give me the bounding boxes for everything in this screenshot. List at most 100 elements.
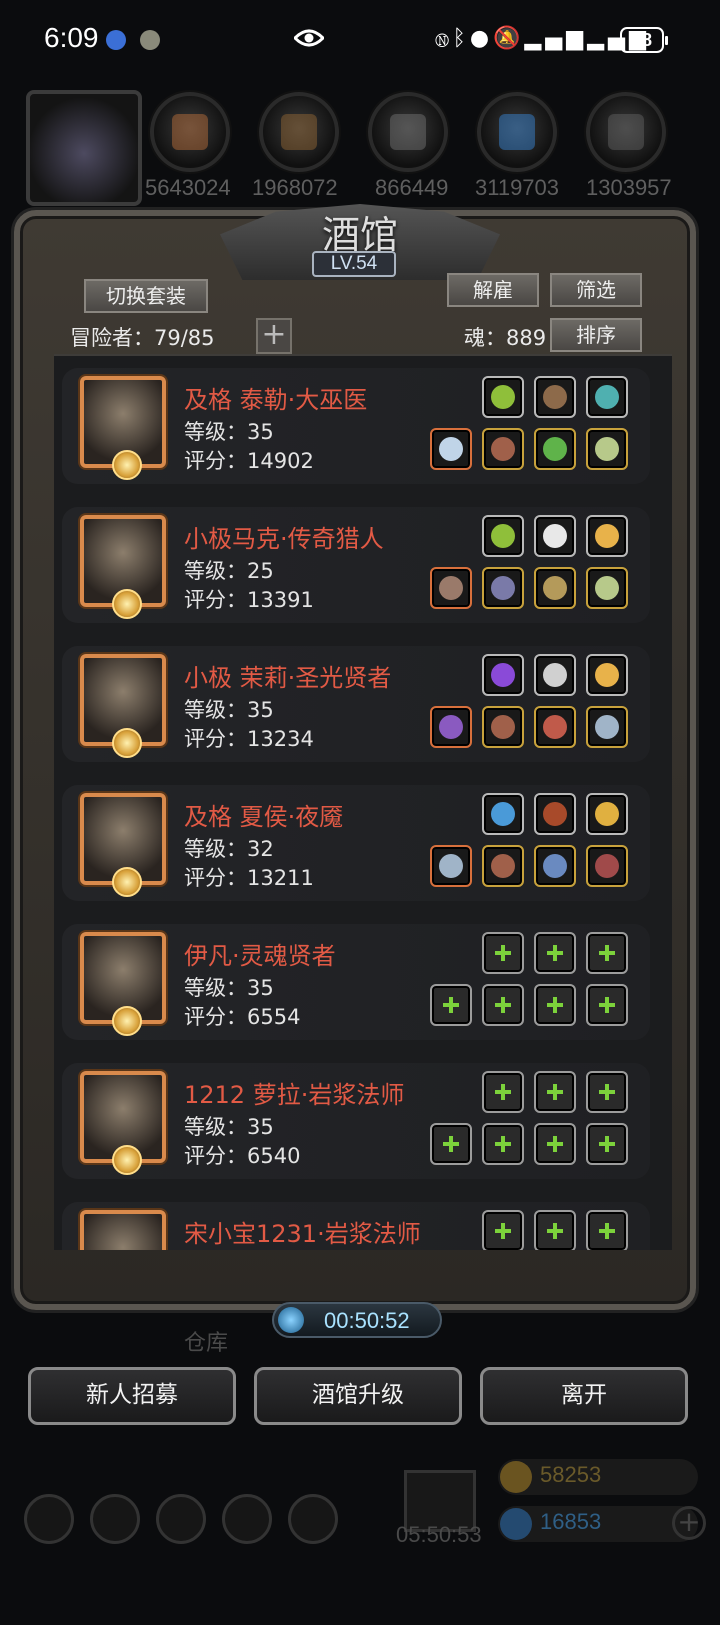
hero-avatar[interactable] <box>80 515 166 619</box>
dagger-icon[interactable] <box>534 376 576 418</box>
gold-flame-icon[interactable] <box>482 515 524 557</box>
add-slot-icon[interactable] <box>482 1123 524 1165</box>
add-slot-icon[interactable] <box>534 1071 576 1113</box>
add-slot-icon[interactable] <box>430 984 472 1026</box>
hero-level: 等级：25 <box>184 559 274 583</box>
frog-icon[interactable] <box>534 428 576 470</box>
hero-avatar[interactable] <box>80 1210 166 1250</box>
expand-capacity-button[interactable]: + <box>256 318 292 354</box>
hero-name: 小极马克·传奇猎人 <box>184 525 384 553</box>
app-icon <box>140 30 160 50</box>
wand-icon[interactable] <box>430 706 472 748</box>
purple-orb-icon[interactable] <box>482 654 524 696</box>
upgrade-tavern-button[interactable]: 酒馆升级 <box>254 1367 462 1425</box>
add-slot-icon[interactable] <box>586 1123 628 1165</box>
hero-card[interactable]: 小极马克·传奇猎人 等级：25 评分：13391 <box>62 507 650 623</box>
hero-level: 等级：32 <box>184 837 274 861</box>
helmet-resource-icon[interactable] <box>150 92 230 172</box>
add-slot-icon[interactable] <box>586 984 628 1026</box>
hero-avatar[interactable] <box>80 1071 166 1175</box>
helm-icon[interactable] <box>482 567 524 609</box>
add-slot-icon[interactable] <box>482 932 524 974</box>
lantern-icon[interactable] <box>586 515 628 557</box>
plus-icon <box>443 1136 459 1152</box>
add-slot-icon[interactable] <box>586 932 628 974</box>
ring-icon[interactable] <box>586 428 628 470</box>
plus-icon <box>495 1136 511 1152</box>
lantern-icon[interactable] <box>586 654 628 696</box>
gold-apple-icon[interactable] <box>586 793 628 835</box>
hero-card[interactable]: 伊凡·灵魂贤者 等级：35 评分：6554 <box>62 924 650 1040</box>
add-slot-icon[interactable] <box>482 1210 524 1250</box>
plus-icon <box>599 997 615 1013</box>
stone-icon[interactable] <box>586 376 628 418</box>
hero-name: 1212 萝拉·岩浆法师 <box>184 1081 405 1109</box>
gold-counter: 58253 <box>498 1459 698 1495</box>
add-slot-icon[interactable] <box>430 1123 472 1165</box>
add-slot-icon[interactable] <box>586 1210 628 1250</box>
bow-icon[interactable] <box>430 567 472 609</box>
shield-icon[interactable] <box>534 567 576 609</box>
filter-button[interactable]: 筛选 <box>550 273 642 307</box>
dismiss-button[interactable]: 解雇 <box>447 273 539 307</box>
stone-resource-icon[interactable] <box>586 92 666 172</box>
armor-icon[interactable] <box>482 706 524 748</box>
recruit-button[interactable]: 新人招募 <box>28 1367 236 1425</box>
add-slot-icon[interactable] <box>534 1210 576 1250</box>
add-slot-icon[interactable] <box>482 984 524 1026</box>
add-slot-icon[interactable] <box>534 1123 576 1165</box>
hero-level: 等级：35 <box>184 976 274 1000</box>
wing-icon[interactable] <box>534 515 576 557</box>
hero-card[interactable]: 宋小宝1231·岩浆法师 <box>62 1202 650 1250</box>
rank-emblem-icon <box>112 1145 142 1175</box>
hero-card[interactable]: 1212 萝拉·岩浆法师 等级：35 评分：6540 <box>62 1063 650 1179</box>
hero-card[interactable]: 小极 茉莉·圣光贤者 等级：35 评分：13234 <box>62 646 650 762</box>
status-icons: Ⓝᛒ●🔕▂▄▆▂▄▆ <box>435 26 650 51</box>
blue-orb-icon[interactable] <box>482 793 524 835</box>
sort-button[interactable]: 排序 <box>550 318 642 352</box>
amulet-icon[interactable] <box>534 706 576 748</box>
status-time: 6:09 <box>44 22 99 53</box>
gold-flame-icon[interactable] <box>482 376 524 418</box>
plus-icon <box>599 1223 615 1239</box>
spider-icon[interactable] <box>534 793 576 835</box>
clock-icon <box>278 1307 304 1333</box>
hero-card[interactable]: 及格 泰勒·大巫医 等级：35 评分：14902 <box>62 368 650 484</box>
tavern-level-badge: LV.54 <box>312 251 396 277</box>
iron-resource-icon[interactable] <box>368 92 448 172</box>
armor-icon[interactable] <box>482 428 524 470</box>
hero-score: 评分：6540 <box>184 1144 301 1168</box>
gold-icon <box>500 1461 532 1493</box>
emblem-icon[interactable] <box>534 654 576 696</box>
location-icon: ● <box>469 26 494 51</box>
world-icon <box>288 1494 338 1544</box>
hero-avatar[interactable] <box>80 376 166 480</box>
spear-icon[interactable] <box>586 706 628 748</box>
leave-button[interactable]: 离开 <box>480 1367 688 1425</box>
plus-icon <box>599 945 615 961</box>
gift-timer: 05:50:53 <box>396 1522 482 1547</box>
switch-outfit-button[interactable]: 切换套装 <box>84 279 208 313</box>
wood-resource-icon[interactable] <box>259 92 339 172</box>
hero-card[interactable]: 及格 夏侯·夜魇 等级：32 评分：13211 <box>62 785 650 901</box>
add-slot-icon[interactable] <box>482 1071 524 1113</box>
hero-avatar[interactable] <box>80 793 166 897</box>
rank-emblem-icon <box>112 450 142 480</box>
add-slot-icon[interactable] <box>586 1071 628 1113</box>
player-portrait[interactable] <box>26 90 142 206</box>
crystal-resource-icon[interactable] <box>477 92 557 172</box>
adventurer-count: 冒险者：79/85 <box>70 326 215 350</box>
plus-icon <box>547 1136 563 1152</box>
staff-icon[interactable] <box>430 428 472 470</box>
claw-icon[interactable] <box>534 845 576 887</box>
armor-icon[interactable] <box>482 845 524 887</box>
spear-icon[interactable] <box>430 845 472 887</box>
add-slot-icon[interactable] <box>534 932 576 974</box>
hero-list[interactable]: 及格 泰勒·大巫医 等级：35 评分：14902 小极马克·传奇猎人 等级：25… <box>54 354 672 1250</box>
hero-avatar[interactable] <box>80 932 166 1036</box>
gauntlet-icon[interactable] <box>586 845 628 887</box>
add-slot-icon[interactable] <box>534 984 576 1026</box>
hero-score: 评分：6554 <box>184 1005 301 1029</box>
ring-icon[interactable] <box>586 567 628 609</box>
hero-avatar[interactable] <box>80 654 166 758</box>
